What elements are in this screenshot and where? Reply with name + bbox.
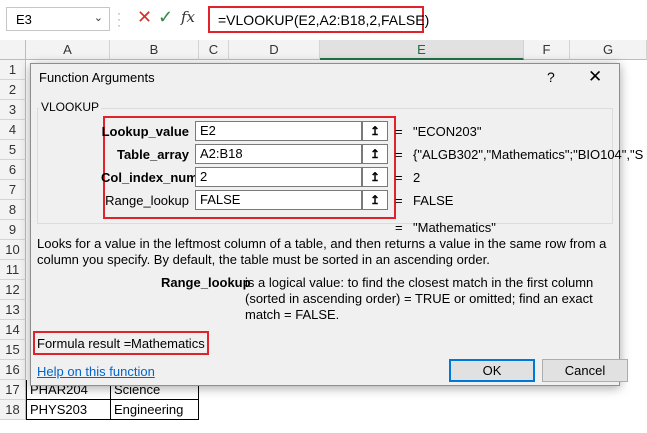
collapse-dialog-icon[interactable]: ↥ — [362, 190, 388, 210]
column-header-e[interactable]: E — [320, 40, 524, 60]
row-header[interactable]: 4 — [0, 120, 26, 140]
row-header[interactable]: 10 — [0, 240, 26, 260]
row-header[interactable]: 7 — [0, 180, 26, 200]
name-box[interactable]: E3 ⌄ — [6, 7, 110, 31]
cancel-entry-icon[interactable]: ✕ — [137, 7, 152, 28]
row-header[interactable]: 15 — [0, 340, 26, 360]
row-header[interactable]: 16 — [0, 360, 26, 380]
row-header[interactable]: 17 — [0, 380, 26, 400]
arg-equals: = — [395, 124, 403, 139]
cell-b18[interactable]: Engineering — [111, 400, 199, 420]
row-header[interactable]: 8 — [0, 200, 26, 220]
row-header[interactable]: 1 — [0, 60, 26, 80]
row-header[interactable]: 3 — [0, 100, 26, 120]
column-header-d[interactable]: D — [229, 40, 320, 60]
arg-value-col-index-num: 2 — [413, 170, 421, 185]
collapse-dialog-icon[interactable]: ↥ — [362, 144, 388, 164]
ok-button[interactable]: OK — [449, 359, 535, 382]
drag-handle-icon[interactable]: · · · — [117, 7, 121, 31]
row-header[interactable]: 13 — [0, 300, 26, 320]
row-header[interactable]: 14 — [0, 320, 26, 340]
column-header-f[interactable]: F — [524, 40, 570, 60]
arg-label-col-index-num: Col_index_num — [101, 170, 198, 185]
cancel-button[interactable]: Cancel — [542, 359, 628, 382]
arg-equals: = — [395, 170, 403, 185]
arg-equals: = — [395, 147, 403, 162]
arg-value-lookup-value: "ECON203" — [413, 124, 482, 139]
chevron-down-icon[interactable]: ⌄ — [94, 11, 103, 24]
row-header[interactable]: 12 — [0, 280, 26, 300]
row-header[interactable]: 9 — [0, 220, 26, 240]
column-header-b[interactable]: B — [110, 40, 199, 60]
row-header[interactable]: 11 — [0, 260, 26, 280]
column-header-g[interactable]: G — [570, 40, 647, 60]
help-icon[interactable]: ? — [547, 69, 555, 85]
column-header-a[interactable]: A — [26, 40, 110, 60]
overall-value: "Mathematics" — [413, 220, 496, 235]
arg-value-range-lookup: FALSE — [413, 193, 454, 208]
function-description: Looks for a value in the leftmost column… — [37, 236, 607, 267]
arg-help-text: is a logical value: to find the closest … — [245, 275, 594, 322]
select-all-corner[interactable] — [0, 40, 26, 60]
row-header[interactable]: 6 — [0, 160, 26, 180]
arg-label-table-array: Table_array — [116, 147, 189, 162]
formula-result-label: Formula result = — [37, 336, 132, 351]
range-lookup-input[interactable]: FALSE — [195, 190, 362, 210]
overall-equals: = — [395, 220, 403, 235]
formula-result-value: Mathematics — [131, 336, 205, 351]
arg-label-range-lookup: Range_lookup — [105, 193, 189, 208]
row-header[interactable]: 2 — [0, 80, 26, 100]
col-index-num-input[interactable]: 2 — [195, 167, 362, 187]
function-name: VLOOKUP — [39, 100, 102, 114]
function-arguments-dialog: Function Arguments ? ✕ VLOOKUP Lookup_va… — [30, 63, 643, 386]
insert-function-icon[interactable]: fx — [181, 8, 195, 26]
table-array-input[interactable]: A2:B18 — [195, 144, 362, 164]
help-on-function-link[interactable]: Help on this function — [37, 364, 155, 379]
row-header[interactable]: 5 — [0, 140, 26, 160]
collapse-dialog-icon[interactable]: ↥ — [362, 167, 388, 187]
close-icon[interactable]: ✕ — [588, 67, 602, 87]
lookup-value-input[interactable]: E2 — [195, 121, 362, 141]
arg-help-name: Range_lookup — [161, 275, 251, 290]
name-box-value: E3 — [16, 12, 32, 27]
formula-bar: E3 ⌄ · · · ✕ ✓ fx =VLOOKUP(E2,A2:B18,2,FAL… — [0, 0, 647, 38]
column-header-c[interactable]: C — [199, 40, 229, 60]
collapse-dialog-icon[interactable]: ↥ — [362, 121, 388, 141]
dialog-title: Function Arguments — [39, 70, 155, 85]
cell-a18[interactable]: PHYS203 — [27, 400, 111, 420]
arg-label-lookup-value: Lookup_value — [101, 124, 189, 139]
formula-text: =VLOOKUP(E2,A2:B18,2,FALSE) — [218, 12, 430, 28]
enter-entry-icon[interactable]: ✓ — [158, 7, 173, 28]
arg-value-table-array: {"ALGB302","Mathematics";"BIO104","S — [413, 147, 644, 162]
formula-input[interactable]: =VLOOKUP(E2,A2:B18,2,FALSE) — [208, 6, 429, 33]
row-header[interactable]: 18 — [0, 400, 26, 420]
arg-equals: = — [395, 193, 403, 208]
